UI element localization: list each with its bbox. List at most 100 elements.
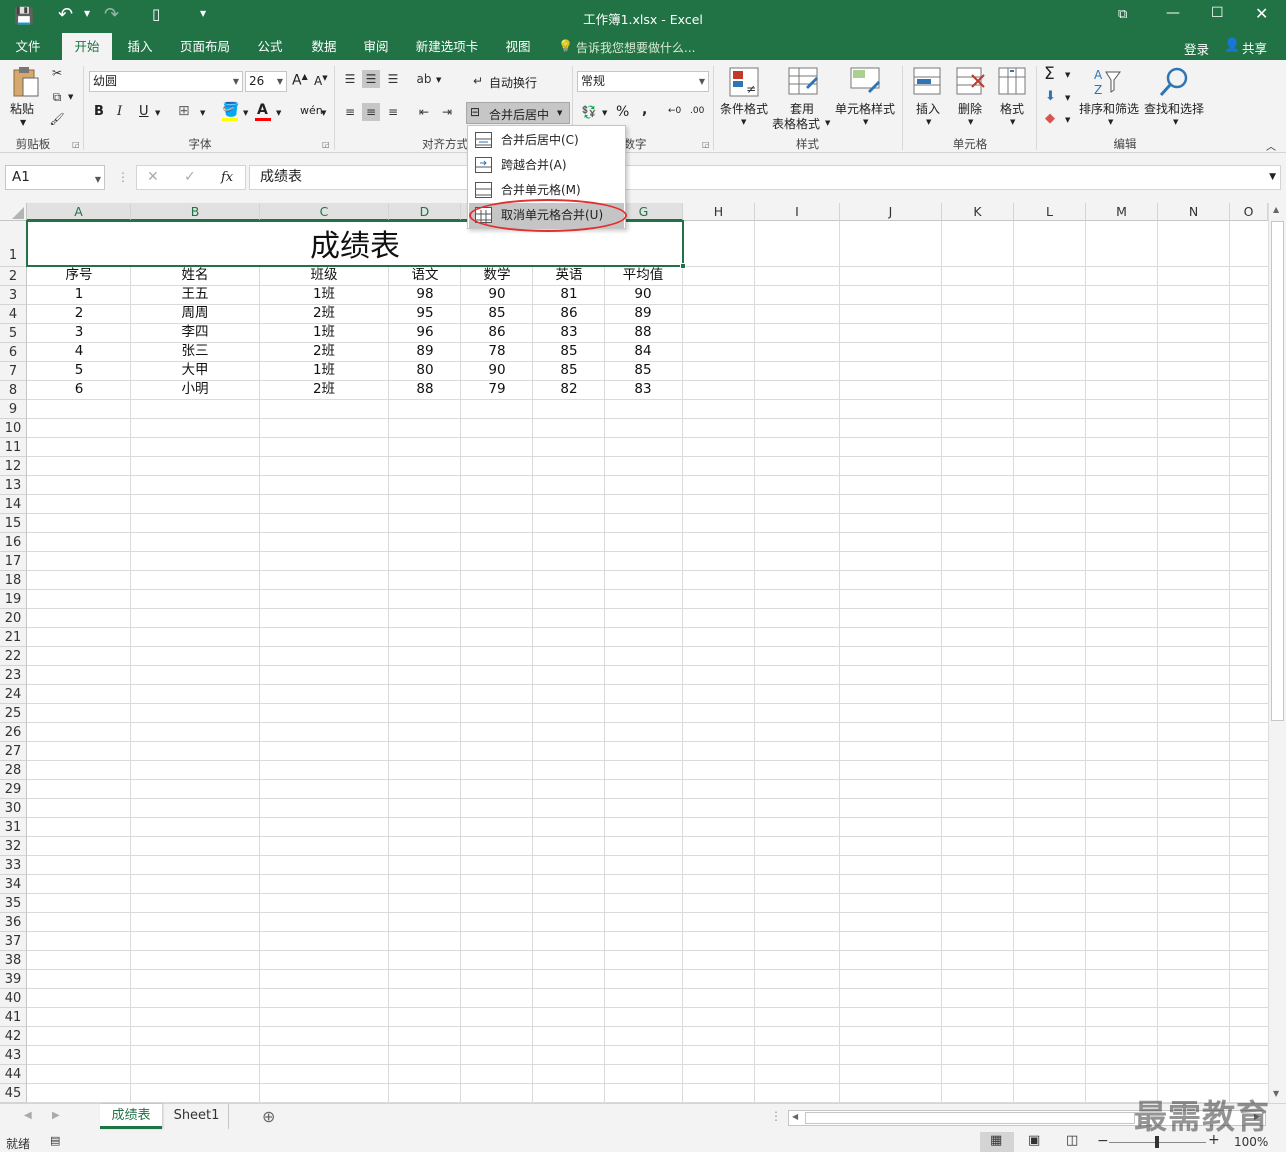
table-cell[interactable]: 80 (385, 361, 465, 380)
table-cell[interactable]: 90 (457, 285, 537, 304)
tab-new[interactable]: 新建选项卡 (408, 33, 486, 60)
row-header[interactable]: 11 (0, 438, 27, 457)
clear-icon[interactable]: ◆ (1045, 111, 1055, 126)
row-header[interactable]: 18 (0, 571, 27, 590)
table-cell[interactable]: 1班 (284, 285, 364, 304)
maximize-icon[interactable]: ☐ (1211, 5, 1224, 21)
macro-record-icon[interactable]: ▤ (50, 1134, 60, 1147)
table-cell[interactable]: 数学 (457, 266, 537, 285)
row-header[interactable]: 25 (0, 704, 27, 723)
scroll-left-icon[interactable]: ◀ (792, 1112, 798, 1121)
table-cell[interactable]: 86 (457, 323, 537, 342)
table-cell[interactable]: 88 (385, 380, 465, 399)
fill-color-icon[interactable]: 🪣 (222, 102, 239, 118)
undo-icon[interactable]: ↶ (58, 4, 73, 25)
decrease-font-icon[interactable]: A▼ (314, 74, 328, 88)
menu-merge-center[interactable]: 合并后居中(C) (469, 128, 624, 153)
column-header[interactable]: J (840, 203, 942, 221)
cell-styles-dropdown-icon[interactable]: ▼ (863, 118, 868, 126)
column-header[interactable]: I (755, 203, 840, 221)
sheet-tab-sheet1[interactable]: Sheet1 (165, 1104, 229, 1129)
row-header[interactable]: 8 (0, 381, 27, 400)
normal-view-button[interactable]: ▦ (980, 1132, 1014, 1152)
formula-input[interactable]: 成绩表 ▼ (249, 165, 1281, 190)
table-cell[interactable]: 78 (457, 342, 537, 361)
table-cell[interactable]: 1 (39, 285, 119, 304)
merge-dropdown-icon[interactable]: ▼ (557, 109, 562, 117)
column-header[interactable]: B (131, 203, 260, 221)
table-cell[interactable]: 84 (603, 342, 683, 361)
column-header[interactable]: N (1158, 203, 1230, 221)
border-icon[interactable]: ⊞ (178, 103, 190, 119)
row-header[interactable]: 20 (0, 609, 27, 628)
splitter-icon[interactable]: ⋮ (117, 170, 129, 184)
merge-center-button[interactable]: ⊟ 合并后居中 ▼ (466, 102, 570, 124)
row-header[interactable]: 31 (0, 818, 27, 837)
row-header[interactable]: 16 (0, 533, 27, 552)
tab-data[interactable]: 数据 (302, 33, 346, 60)
row-header[interactable]: 42 (0, 1027, 27, 1046)
font-size-combo[interactable]: 26 ▼ (245, 71, 287, 92)
paste-button[interactable] (8, 64, 42, 100)
table-cell[interactable]: 81 (529, 285, 609, 304)
row-header[interactable]: 43 (0, 1046, 27, 1065)
increase-decimal-icon[interactable]: ←0 (668, 106, 681, 116)
table-cell[interactable]: 4 (39, 342, 119, 361)
row-header[interactable]: 14 (0, 495, 27, 514)
login-link[interactable]: 登录 (1184, 39, 1209, 58)
column-header[interactable]: K (942, 203, 1014, 221)
table-cell[interactable]: 小明 (155, 380, 235, 399)
font-name-combo[interactable]: 幼圆 ▼ (89, 71, 243, 92)
decrease-decimal-icon[interactable]: .00 (690, 106, 704, 116)
close-icon[interactable]: ✕ (1255, 4, 1268, 23)
row-header[interactable]: 23 (0, 666, 27, 685)
scroll-down-icon[interactable]: ▼ (1273, 1089, 1279, 1098)
autosum-dropdown-icon[interactable]: ▼ (1065, 71, 1070, 79)
row-header[interactable]: 27 (0, 742, 27, 761)
table-cell[interactable]: 89 (385, 342, 465, 361)
ribbon-display-icon[interactable]: ⧉ (1118, 7, 1127, 22)
row-header[interactable]: 9 (0, 400, 27, 419)
underline-dropdown-icon[interactable]: ▼ (155, 109, 160, 117)
table-cell[interactable]: 82 (529, 380, 609, 399)
vertical-scroll-thumb[interactable] (1271, 221, 1284, 721)
select-all-corner[interactable] (0, 203, 27, 221)
column-header[interactable]: D (389, 203, 461, 221)
tab-home[interactable]: 开始 (62, 33, 112, 60)
clipboard-launcher-icon[interactable]: ◲ (72, 140, 80, 149)
number-format-combo[interactable]: 常规 ▼ (577, 71, 709, 92)
format-cells-button[interactable]: 格式 (1000, 100, 1024, 117)
row-header[interactable]: 13 (0, 476, 27, 495)
align-left-icon[interactable]: ≡ (341, 103, 359, 121)
table-cell[interactable]: 86 (529, 304, 609, 323)
bold-button[interactable]: B (94, 104, 104, 119)
align-top-icon[interactable]: ☰ (341, 70, 359, 88)
table-cell[interactable]: 班级 (284, 266, 364, 285)
scroll-up-icon[interactable]: ▲ (1273, 205, 1279, 214)
paste-dropdown-icon[interactable]: ▼ (20, 118, 26, 127)
clear-dropdown-icon[interactable]: ▼ (1065, 116, 1070, 124)
tab-splitter-icon[interactable]: ⋮ (770, 1109, 782, 1123)
row-header[interactable]: 44 (0, 1065, 27, 1084)
table-cell[interactable]: 85 (603, 361, 683, 380)
percent-button[interactable]: % (616, 104, 629, 120)
tab-review[interactable]: 审阅 (354, 33, 398, 60)
row-header[interactable]: 36 (0, 913, 27, 932)
font-color-dropdown-icon[interactable]: ▼ (276, 109, 281, 117)
table-cell[interactable]: 88 (603, 323, 683, 342)
page-layout-view-icon[interactable]: ▣ (1028, 1133, 1040, 1148)
table-cell[interactable]: 85 (529, 361, 609, 380)
row-header[interactable]: 1 (0, 221, 27, 267)
next-sheet-icon[interactable]: ▶ (52, 1110, 60, 1121)
cell-styles-button[interactable]: 单元格样式 (835, 100, 895, 117)
table-cell[interactable]: 2班 (284, 380, 364, 399)
font-launcher-icon[interactable]: ◲ (322, 140, 330, 149)
collapse-ribbon-icon[interactable]: ︿ (1266, 138, 1276, 153)
row-header[interactable]: 6 (0, 343, 27, 362)
new-file-icon[interactable]: ▯ (152, 5, 160, 23)
wrap-text-button[interactable]: 自动换行 (489, 74, 537, 91)
row-header[interactable]: 24 (0, 685, 27, 704)
autosum-icon[interactable]: Σ (1044, 64, 1055, 84)
zoom-out-icon[interactable]: − (1097, 1133, 1109, 1149)
table-cell[interactable]: 98 (385, 285, 465, 304)
